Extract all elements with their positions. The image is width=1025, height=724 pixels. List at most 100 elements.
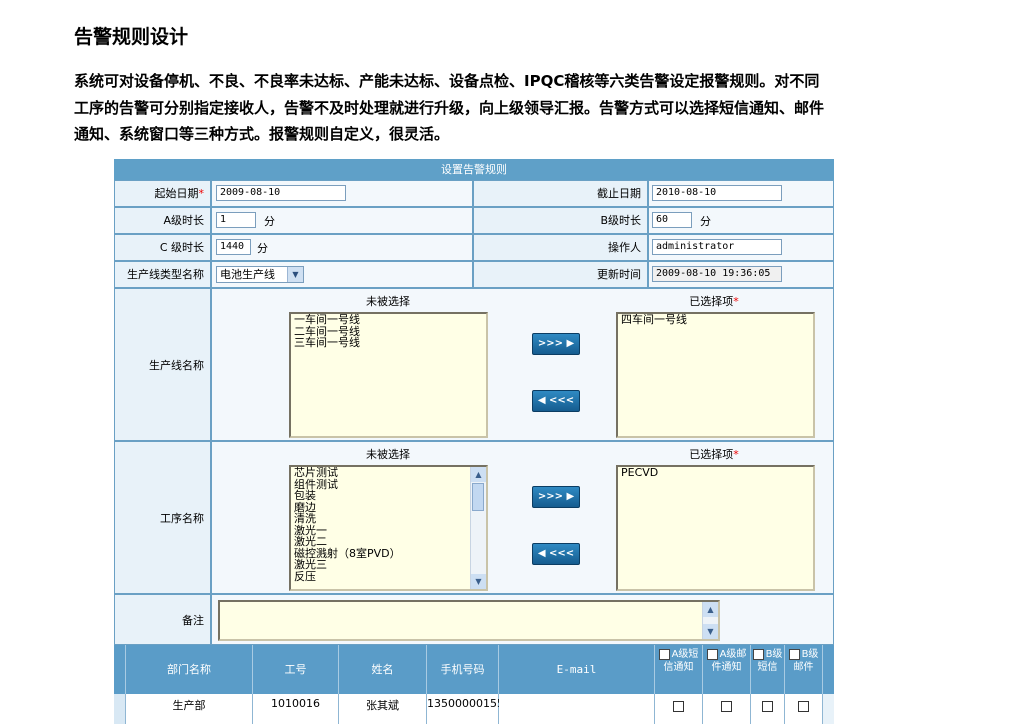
row-email [499,694,655,724]
list-item[interactable]: PECVD [618,467,813,479]
scroll-up-icon[interactable]: ▲ [471,467,486,482]
scroll-thumb[interactable] [472,483,484,511]
line-names-selected-header: 已选择项* [689,295,739,308]
a-duration-unit: 分 [264,215,275,228]
line-names-unselected-header: 未被选择 [366,295,410,308]
grid-col-email: E-mail [499,645,655,694]
start-date-input[interactable]: 2009-08-10 [216,185,346,201]
c-duration-cell: 1440 分 [211,234,473,261]
remark-textarea[interactable]: ▲ ▼ [218,600,720,641]
row-b-sms-cell [751,694,785,724]
list-item[interactable]: 芯片测试 [291,467,486,479]
process-unselected-list[interactable]: 芯片测试 组件测试 包装 磨边 清洗 激光一 激光二 磁控溅射（8室PVD） 激… [289,465,488,591]
a-duration-label: A级时长 [114,207,211,234]
c-duration-input[interactable]: 1440 [216,239,251,255]
grid-col-a-mail[interactable]: A级邮件通知 [703,645,751,694]
line-type-label: 生产线类型名称 [114,261,211,288]
checkbox[interactable] [706,648,718,660]
checkbox[interactable] [798,701,809,712]
update-time-input: 2009-08-10 19:36:05 [652,266,782,282]
scroll-down-icon[interactable]: ▼ [471,574,486,589]
line-names-selected-list[interactable]: 四车间一号线 [616,312,815,438]
add-line-button[interactable]: >>> ▶ [532,333,580,355]
b-duration-cell: 60 分 [648,207,834,234]
grid-col-b-mail[interactable]: B级邮件 [785,645,823,694]
grid-col-a-sms[interactable]: A级短信通知 [655,645,703,694]
start-date-cell: 2009-08-10 [211,180,473,207]
remark-scrollbar[interactable]: ▲ ▼ [702,602,718,639]
grid-col-phone: 手机号码 [427,645,499,694]
process-cell: 未被选择 已选择项* 芯片测试 组件测试 包装 磨边 清洗 激光一 激光二 磁控… [211,441,834,594]
row-a-sms-cell [655,694,703,724]
checkbox[interactable] [721,701,732,712]
add-process-button[interactable]: >>> ▶ [532,486,580,508]
list-item[interactable]: 反压 [291,570,486,583]
process-list-scrollbar[interactable]: ▲ ▼ [470,467,486,589]
checkbox[interactable] [658,648,670,660]
c-duration-label: C 级时长 [114,234,211,261]
chevron-down-icon: ▼ [287,267,303,282]
list-item[interactable]: 激光三 [291,559,486,571]
end-date-label: 截止日期 [473,180,648,207]
scroll-up-icon[interactable]: ▲ [703,602,718,617]
c-duration-unit: 分 [257,242,268,255]
list-item[interactable]: 一车间一号线 [291,314,486,326]
grid-col-b-sms[interactable]: B级短信 [751,645,785,694]
description-line: 工序的告警可分别指定接收人，告警不及时处理就进行升级，向上级领导汇报。告警方式可… [74,98,825,117]
list-item[interactable]: 三车间一号线 [291,337,486,349]
alarm-rule-form: 设置告警规则 起始日期* 2009-08-10 截止日期 2010-08-10 … [114,159,834,724]
form-header: 设置告警规则 [114,159,834,180]
row-edge [114,694,126,724]
a-duration-cell: 1 分 [211,207,473,234]
a-duration-input[interactable]: 1 [216,212,256,228]
list-item[interactable]: 清洗 [291,513,486,525]
arrow-right-icon: >>> [537,338,563,349]
row-a-mail-cell [703,694,751,724]
arrow-left-icon: <<< [549,395,575,406]
grid-edge [114,645,126,694]
remove-process-button[interactable]: ◀ <<< [532,543,580,565]
end-date-input[interactable]: 2010-08-10 [652,185,782,201]
description-line: 通知、系统窗口等三种方式。报警规则自定义，很灵活。 [74,125,450,143]
line-names-unselected-list[interactable]: 一车间一号线 二车间一号线 三车间一号线 [289,312,488,438]
checkbox[interactable] [752,648,764,660]
scroll-down-icon[interactable]: ▼ [703,624,718,639]
checkbox[interactable] [673,701,684,712]
list-item[interactable]: 组件测试 [291,478,486,491]
remark-label: 备注 [114,594,211,645]
line-type-cell: 电池生产线 ▼ [211,261,473,288]
row-b-mail-cell [785,694,823,724]
operator-cell: administrator [648,234,834,261]
list-item[interactable]: 四车间一号线 [618,314,813,326]
line-type-select[interactable]: 电池生产线 ▼ [216,266,304,283]
list-item[interactable]: 磨边 [291,501,486,514]
process-unselected-header: 未被选择 [366,448,410,461]
page-description: 系统可对设备停机、不良、不良率未达标、产能未达标、设备点检、IPQC稽核等六类告… [74,68,894,148]
list-item[interactable]: 激光二 [291,536,486,548]
b-duration-input[interactable]: 60 [652,212,692,228]
row-dept: 生产部 [126,694,253,724]
line-names-cell: 未被选择 已选择项* 一车间一号线 二车间一号线 三车间一号线 >>> ▶ ◀ … [211,288,834,441]
grid-col-empno: 工号 [253,645,339,694]
page-title: 告警规则设计 [74,26,189,48]
operator-input[interactable]: administrator [652,239,782,255]
b-duration-unit: 分 [700,215,711,228]
process-label: 工序名称 [114,441,211,594]
row-name: 张其斌 [339,694,427,724]
list-item[interactable]: 包装 [291,490,486,502]
receiver-grid-header: 部门名称 工号 姓名 手机号码 E-mail A级短信通知 A级邮件通知 B级短… [114,645,834,694]
b-duration-label: B级时长 [473,207,648,234]
grid-col-dept: 部门名称 [126,645,253,694]
start-date-label: 起始日期* [114,180,211,207]
update-time-cell: 2009-08-10 19:36:05 [648,261,834,288]
remove-line-button[interactable]: ◀ <<< [532,390,580,412]
checkbox[interactable] [788,648,800,660]
grid-col-name: 姓名 [339,645,427,694]
process-selected-list[interactable]: PECVD [616,465,815,591]
row-phone: 13500000155 [427,694,504,724]
line-names-label: 生产线名称 [114,288,211,441]
checkbox[interactable] [762,701,773,712]
end-date-cell: 2010-08-10 [648,180,834,207]
update-time-label: 更新时间 [473,261,648,288]
arrow-left-icon: <<< [549,548,575,559]
